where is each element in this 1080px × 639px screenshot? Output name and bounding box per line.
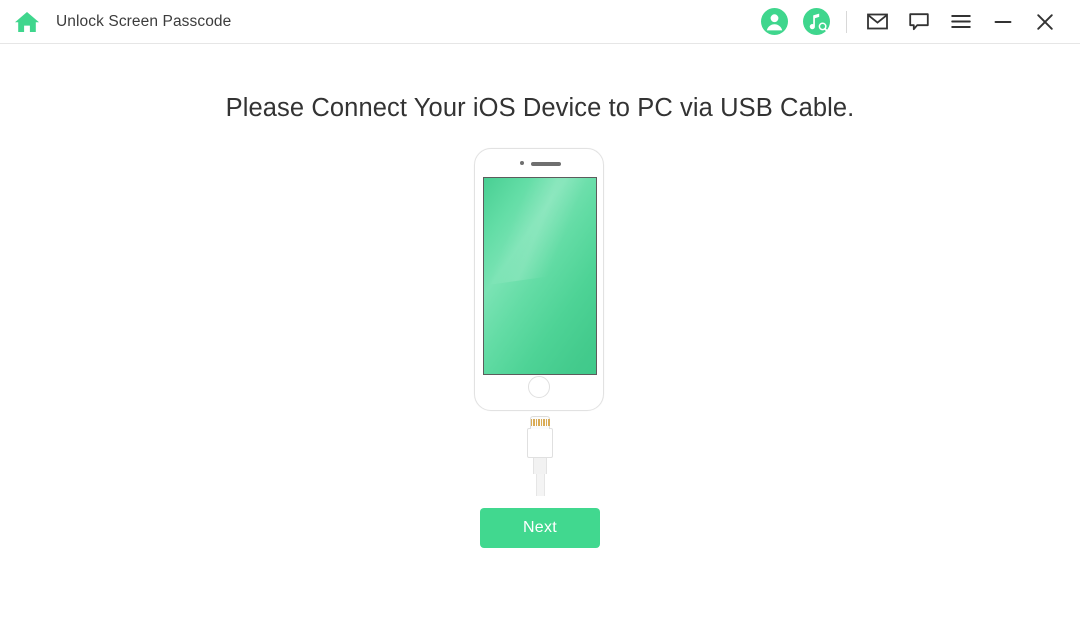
title-bar: Unlock Screen Passcode: [0, 0, 1080, 44]
account-icon: [760, 8, 788, 35]
home-button-circle: [528, 376, 550, 398]
cable-wire: [535, 474, 545, 496]
mail-icon: [866, 13, 888, 30]
connector-tip: [530, 416, 550, 429]
minimize-icon: [994, 20, 1012, 23]
connector-body: [527, 428, 553, 458]
chat-icon: [909, 12, 929, 30]
connector-pins: [530, 418, 550, 426]
music-search-icon: [802, 8, 830, 35]
main-content: Please Connect Your iOS Device to PC via…: [0, 44, 1080, 639]
menu-button[interactable]: [940, 0, 982, 44]
account-button[interactable]: [753, 0, 795, 44]
toolbar-divider: [846, 10, 847, 33]
chat-button[interactable]: [898, 0, 940, 44]
title-bar-left: Unlock Screen Passcode: [0, 10, 231, 34]
title-bar-actions: [753, 0, 1080, 44]
cable-strain-relief: [533, 458, 547, 474]
page-title: Unlock Screen Passcode: [56, 12, 232, 30]
iphone-graphic: [474, 148, 604, 411]
device-illustration: [474, 148, 606, 496]
menu-icon: [951, 15, 971, 28]
earpiece-speaker: [531, 162, 561, 166]
music-search-button[interactable]: [795, 0, 837, 44]
lightning-cable-graphic: [474, 416, 606, 496]
close-icon: [1037, 13, 1053, 30]
minimize-button[interactable]: [982, 0, 1024, 44]
phone-screen: [483, 177, 597, 375]
instruction-heading: Please Connect Your iOS Device to PC via…: [225, 94, 855, 122]
front-camera-dot: [520, 161, 524, 165]
next-button[interactable]: Next: [480, 508, 600, 548]
close-button[interactable]: [1024, 0, 1066, 44]
home-icon[interactable]: [14, 10, 40, 34]
application-window: Unlock Screen Passcode Please Connect Yo…: [0, 0, 1080, 639]
mail-button[interactable]: [856, 0, 898, 44]
